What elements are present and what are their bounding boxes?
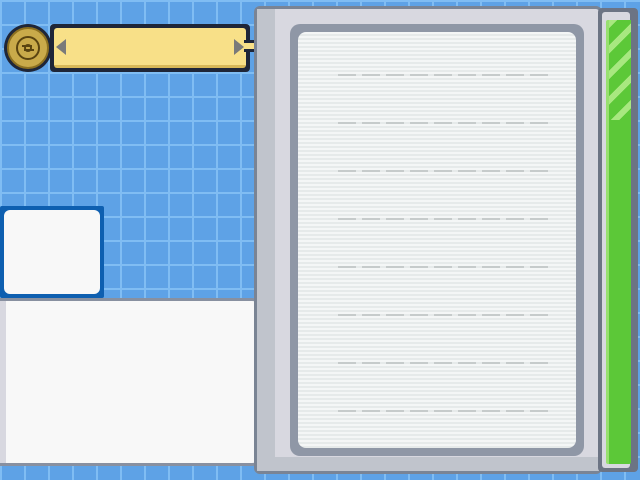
list-paper bbox=[298, 32, 576, 448]
list-sheet bbox=[290, 24, 584, 456]
list-item[interactable] bbox=[338, 314, 550, 316]
list-item[interactable] bbox=[338, 362, 550, 364]
preview-box bbox=[0, 206, 104, 298]
dial-button[interactable] bbox=[4, 24, 52, 72]
pokeball-dial-icon bbox=[7, 27, 49, 69]
preview-label bbox=[4, 210, 100, 294]
list-item[interactable] bbox=[338, 410, 550, 412]
title-banner bbox=[50, 24, 250, 72]
arrow-left-icon[interactable] bbox=[56, 39, 66, 55]
description-panel bbox=[0, 298, 262, 466]
list-item[interactable] bbox=[338, 218, 550, 220]
scrollbar-thumb[interactable] bbox=[606, 20, 631, 464]
list-item[interactable] bbox=[338, 266, 550, 268]
list-item[interactable] bbox=[338, 170, 550, 172]
scrollbar[interactable] bbox=[598, 8, 638, 472]
arrow-right-icon[interactable] bbox=[234, 39, 244, 55]
list-item[interactable] bbox=[338, 74, 550, 76]
list-item[interactable] bbox=[338, 122, 550, 124]
